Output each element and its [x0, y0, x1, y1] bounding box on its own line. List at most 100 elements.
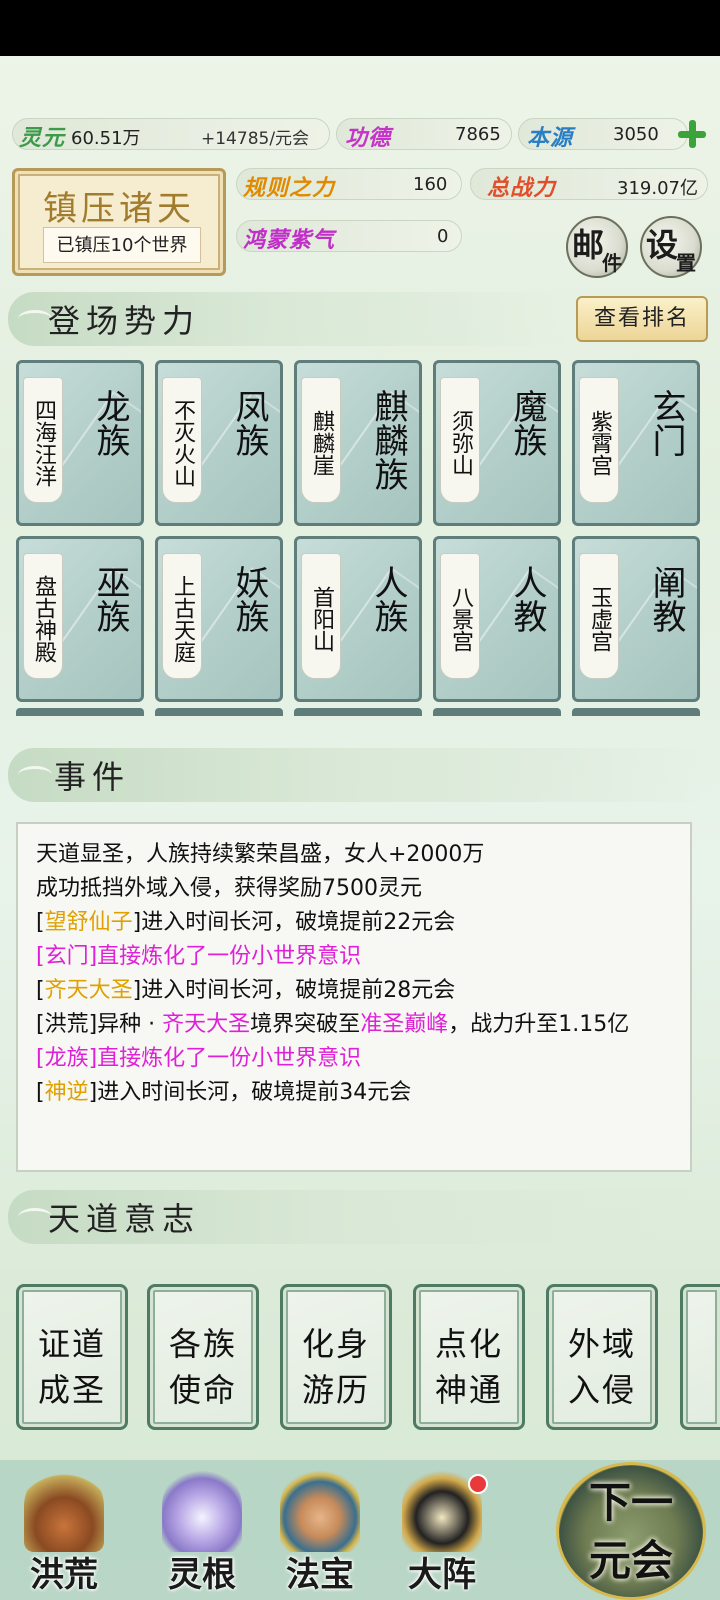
nav-label: 大阵	[408, 1555, 476, 1595]
will-card-label: 证道 成圣	[19, 1321, 125, 1413]
faction-card[interactable]: 麒麟崖 麒麟族	[294, 360, 422, 526]
treasure-orb-icon	[280, 1466, 360, 1552]
gongde-value: 7865	[455, 124, 501, 145]
event-line: [玄门]直接炼化了一份小世界意识	[36, 944, 362, 969]
will-card-line: 神通	[434, 1371, 503, 1409]
event-log[interactable]: 天道显圣，人族持续繁荣昌盛，女人+2000万 成功抵挡外域入侵，获得奖励7500…	[16, 822, 692, 1172]
faction-place: 上古天庭	[162, 553, 202, 679]
faction-card[interactable]: 不灭火山 凤族	[155, 360, 283, 526]
nav-item[interactable]: 洪荒	[8, 1460, 120, 1600]
event-line: 天道显圣，人族持续繁荣昌盛，女人+2000万	[36, 842, 485, 867]
will-header: 天道意志	[8, 1190, 708, 1244]
faction-name: 阐教	[646, 565, 686, 633]
nav-item[interactable]: 灵根	[146, 1460, 258, 1600]
guize-label: 规则之力	[243, 175, 336, 201]
faction-card[interactable]: 盘古神殿 巫族	[16, 536, 144, 702]
zongzhanli-pill: 总战力 319.07亿	[470, 168, 708, 201]
event-realm: 准圣巅峰	[360, 1012, 449, 1037]
mail-button[interactable]: 邮 件	[566, 216, 628, 278]
event-actor: 望舒仙子	[44, 910, 133, 935]
will-card[interactable]: 点化 神通	[413, 1284, 525, 1430]
faction-place: 麒麟崖	[301, 377, 341, 503]
lotus-icon	[162, 1466, 242, 1552]
nav-label: 灵根	[168, 1555, 236, 1595]
faction-card[interactable]: 首阳山 人族	[294, 536, 422, 702]
faction-card[interactable]: 四海汪洋 龙族	[16, 360, 144, 526]
zongzhanli-label: 总战力	[487, 175, 557, 201]
hongmeng-pill: 鸿蒙紫气 0	[236, 220, 462, 253]
view-ranking-button[interactable]: 查看排名	[576, 296, 708, 342]
event-text: 进入时间长河，破境提前22元会	[141, 910, 456, 935]
will-card-line: 点化	[434, 1325, 503, 1363]
zongzhanli-value: 319.07亿	[617, 178, 698, 199]
faction-card[interactable]: 八景宫 人教	[433, 536, 561, 702]
event-line: [望舒仙子]进入时间长河，破境提前22元会	[36, 910, 456, 935]
suppress-plaque[interactable]: 镇压诸天 已镇压10个世界	[12, 168, 226, 276]
hongmeng-value: 0	[437, 226, 449, 247]
will-card-line: 外域	[567, 1325, 636, 1363]
faction-row-partial	[16, 708, 700, 716]
will-card[interactable]: 化身 游历	[280, 1284, 392, 1430]
will-card[interactable]: 各族 使命	[147, 1284, 259, 1430]
will-title: 天道意志	[48, 1200, 201, 1238]
faction-name: 魔族	[507, 389, 547, 457]
nav-item[interactable]: 法宝	[264, 1460, 376, 1600]
faction-card[interactable]: 紫霄宫 玄门	[572, 360, 700, 526]
lingyuan-label: 灵元	[19, 125, 66, 151]
settings-button[interactable]: 设 置	[640, 216, 702, 278]
plus-icon[interactable]	[678, 120, 706, 148]
will-card[interactable]: 外域 入侵	[546, 1284, 658, 1430]
settings-label-big: 设	[646, 226, 679, 264]
faction-place: 玉虚宫	[579, 553, 619, 679]
event-line: [齐天大圣]进入时间长河，破境提前28元会	[36, 978, 456, 1003]
notification-dot	[468, 1474, 488, 1494]
will-card-line: 成圣	[37, 1371, 106, 1409]
lingyuan-value: 60.51万	[71, 128, 141, 149]
settings-label-small: 置	[676, 251, 696, 275]
faction-place: 首阳山	[301, 553, 341, 679]
event-line: [龙族]直接炼化了一份小世界意识	[36, 1046, 362, 1071]
event-actor: 齐天大圣	[44, 978, 133, 1003]
faction-card[interactable]: 玉虚宫 阐教	[572, 536, 700, 702]
next-era-button[interactable]: 下一 元会	[556, 1462, 706, 1600]
cloud-swirl-icon	[18, 310, 52, 328]
guize-pill: 规则之力 160	[236, 168, 462, 201]
faction-name: 巫族	[90, 565, 130, 633]
gongde-label: 功德	[345, 125, 392, 151]
faction-place: 须弥山	[440, 377, 480, 503]
benyuan-pill: 本源 3050	[518, 118, 688, 151]
faction-name: 妖族	[229, 565, 269, 633]
will-card-label: 点化 神通	[416, 1321, 522, 1413]
will-card-line: 使命	[168, 1371, 237, 1409]
event-text: [洪荒]异种 ·	[36, 1012, 163, 1037]
will-card-line: 游历	[301, 1371, 370, 1409]
plaque-subtitle: 已镇压10个世界	[43, 227, 201, 263]
faction-card[interactable]: 上古天庭 妖族	[155, 536, 283, 702]
nav-label: 洪荒	[30, 1555, 98, 1595]
will-card-line: 入侵	[567, 1371, 636, 1409]
faction-place: 不灭火山	[162, 377, 202, 503]
event-text: 境界突破至	[250, 1012, 361, 1037]
factions-header: 登场势力	[8, 292, 568, 346]
benyuan-label: 本源	[527, 125, 574, 151]
events-header: 事件	[8, 748, 708, 802]
faction-place: 四海汪洋	[23, 377, 63, 503]
will-card[interactable]: 证道 成圣	[16, 1284, 128, 1430]
faction-place: 紫霄宫	[579, 377, 619, 503]
faction-name: 玄门	[646, 389, 686, 457]
event-line: [神逆]进入时间长河，破境提前34元会	[36, 1080, 412, 1105]
will-card-label: 各族 使命	[150, 1321, 256, 1413]
event-text: ，战力升至1.15亿	[448, 1012, 630, 1037]
faction-name: 人族	[368, 565, 408, 633]
lingyuan-rate: +14785/元会	[201, 129, 310, 149]
faction-card[interactable]: 须弥山 魔族	[433, 360, 561, 526]
event-line-cut	[18, 824, 690, 838]
will-card-partial[interactable]	[680, 1284, 720, 1430]
event-text: 进入时间长河，破境提前28元会	[141, 978, 456, 1003]
will-card-line: 证道	[37, 1325, 106, 1363]
faction-name: 凤族	[229, 389, 269, 457]
will-card-line: 化身	[301, 1325, 370, 1363]
next-era-label-2: 元会	[588, 1536, 673, 1585]
events-title: 事件	[54, 758, 131, 796]
next-era-label-1: 下一	[588, 1478, 673, 1527]
